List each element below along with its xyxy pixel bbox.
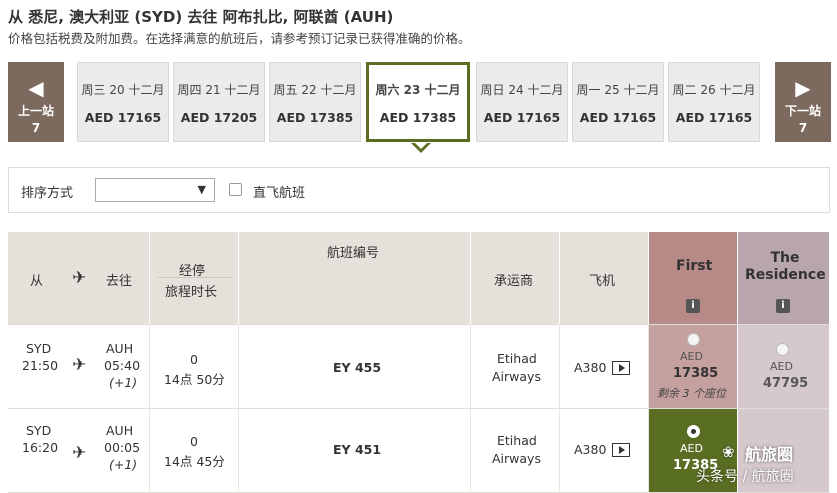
table-row[interactable]: SYD 21:50 ✈ AUH 05:40 (+1) <box>8 325 150 409</box>
header-route: 从 ✈ 去往 <box>8 232 150 325</box>
sort-bar: 排序方式 ▼ 直飞航班 <box>8 167 830 213</box>
fare-radio[interactable] <box>687 333 700 346</box>
header-residence: The Residence i <box>738 232 830 325</box>
play-icon[interactable] <box>612 443 630 457</box>
date-price: AED 17385 <box>276 110 354 125</box>
sort-select[interactable]: ▼ <box>95 178 215 202</box>
flight-number[interactable]: EY 455 <box>333 360 381 375</box>
date-label: 周四 21 十二月 <box>177 83 261 97</box>
date-tab-selected[interactable]: 周六 23 十二月 AED 17385 <box>366 62 470 142</box>
date-tab-1[interactable]: 周四 21 十二月 AED 17205 <box>173 62 265 142</box>
watermark-brand: 航旅圈 <box>745 445 794 464</box>
flight-results-table: 从 ✈ 去往 经停 旅程时长 航班编号 承运商 飞机 First i The R… <box>8 232 830 493</box>
info-icon[interactable]: i <box>776 299 790 313</box>
header-from: 从 <box>30 274 44 289</box>
next-label: 下一站 <box>784 104 821 118</box>
flight-cell: EY 451 <box>239 409 471 493</box>
flight-number[interactable]: EY 451 <box>333 442 381 457</box>
fare-radio[interactable] <box>776 343 789 356</box>
carrier-cell: Etihad Airways <box>471 409 560 493</box>
header-divider <box>158 277 231 278</box>
arrow-right-icon: ▶ <box>795 76 811 100</box>
date-label: 周二 26 十二月 <box>672 83 756 97</box>
date-label: 周五 22 十二月 <box>273 83 357 97</box>
date-price: AED 17165 <box>579 110 657 125</box>
date-label: 周三 20 十二月 <box>81 83 165 97</box>
date-price: AED 17205 <box>180 110 258 125</box>
date-tab-0[interactable]: 周三 20 十二月 AED 17165 <box>77 62 169 142</box>
header-first-class: First i <box>649 232 738 325</box>
header-aircraft: 飞机 <box>560 232 649 325</box>
table-row[interactable]: SYD 16:20 ✈ AUH 00:05 (+1) <box>8 409 150 493</box>
date-price: AED 17385 <box>379 110 457 125</box>
fare-radio-selected[interactable] <box>687 425 700 438</box>
page-subtitle: 价格包括税费及附加费。在选择满意的航班后，请参考预订记录已获得准确的价格。 <box>8 31 471 46</box>
prev-count: 7 <box>31 121 41 135</box>
aircraft-cell: A380 <box>560 409 649 493</box>
direct-flight-checkbox[interactable] <box>229 183 242 196</box>
date-tab-4[interactable]: 周日 24 十二月 AED 17165 <box>476 62 568 142</box>
next-count: 7 <box>798 121 808 135</box>
next-station-button[interactable]: ▶ 下一站 7 <box>775 62 831 142</box>
selected-date-pointer-inner <box>414 142 428 149</box>
aircraft-cell: A380 <box>560 325 649 409</box>
date-price: AED 17165 <box>483 110 561 125</box>
airplane-icon: ✈ <box>72 355 87 375</box>
page-title: 从 悉尼, 澳大利亚 (SYD) 去往 阿布扎比, 阿联酋 (AUH) <box>8 8 394 26</box>
direct-flight-label: 直飞航班 <box>253 186 306 201</box>
watermark-line: 头条号 / 航旅圈 <box>696 469 794 485</box>
stops-cell: 0 14点 45分 <box>150 409 239 493</box>
arrow-left-icon: ◀ <box>28 76 44 100</box>
residence-fare-cell[interactable]: AED 47795 <box>738 325 830 409</box>
date-label: 周日 24 十二月 <box>480 83 564 97</box>
header-to: 去往 <box>106 274 133 289</box>
first-fare-cell[interactable]: AED 17385 剩余 3 个座位 <box>649 325 738 409</box>
prev-station-button[interactable]: ◀ 上一站 7 <box>8 62 64 142</box>
prev-label: 上一站 <box>17 104 54 118</box>
airplane-icon: ✈ <box>72 268 87 288</box>
header-flight-no: 航班编号 <box>239 232 471 325</box>
carrier-cell: Etihad Airways <box>471 325 560 409</box>
date-tab-2[interactable]: 周五 22 十二月 AED 17385 <box>269 62 361 142</box>
header-carrier: 承运商 <box>471 232 560 325</box>
date-tab-6[interactable]: 周二 26 十二月 AED 17165 <box>668 62 760 142</box>
date-label: 周一 25 十二月 <box>576 83 660 97</box>
watermark-logo: ❀ <box>722 443 735 461</box>
stops-cell: 0 14点 50分 <box>150 325 239 409</box>
header-duration: 旅程时长 <box>165 285 218 300</box>
info-icon[interactable]: i <box>686 299 700 313</box>
airplane-icon: ✈ <box>72 443 87 463</box>
flight-cell: EY 455 <box>239 325 471 409</box>
play-icon[interactable] <box>612 361 630 375</box>
date-price: AED 17165 <box>84 110 162 125</box>
chevron-down-icon: ▼ <box>197 183 206 196</box>
header-stops-duration: 经停 旅程时长 <box>150 232 239 325</box>
date-tab-5[interactable]: 周一 25 十二月 AED 17165 <box>572 62 664 142</box>
sort-label: 排序方式 <box>21 186 74 201</box>
date-price: AED 17165 <box>675 110 753 125</box>
date-label: 周六 23 十二月 <box>375 83 461 97</box>
